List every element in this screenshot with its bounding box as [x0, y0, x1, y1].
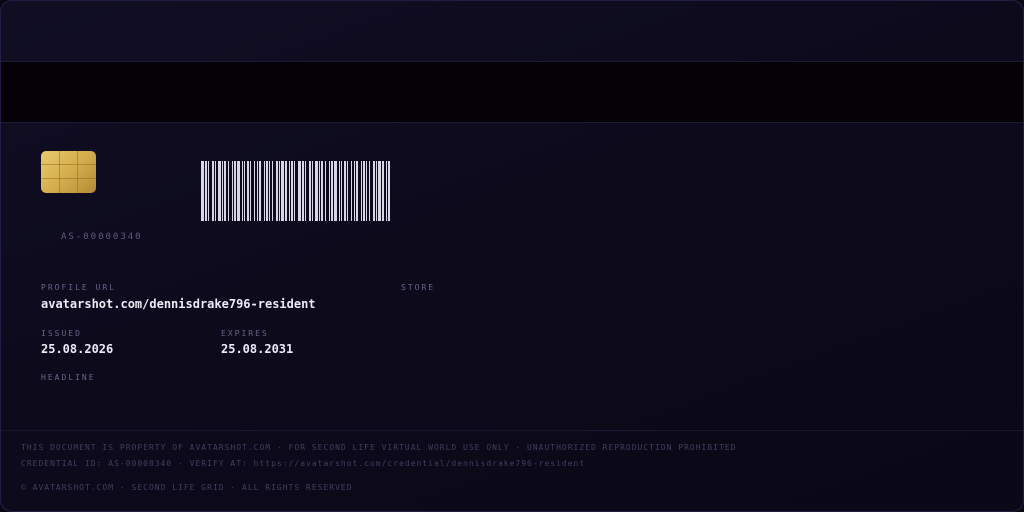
issued-label: ISSUED — [41, 329, 82, 338]
issued-date: 25.08.2026 — [41, 342, 114, 356]
headline-label: HEADLINE — [41, 373, 96, 382]
credential-verify-line: CREDENTIAL ID: AS-00000340 · VERIFY AT: … — [21, 459, 586, 468]
profile-url-value: avatarshot.com/dennisdrake796-resident — [41, 297, 316, 311]
barcode-icon — [201, 161, 393, 221]
emv-chip-icon — [41, 151, 96, 193]
profile-url-label: PROFILE URL — [41, 283, 116, 292]
magnetic-stripe — [1, 61, 1023, 123]
expires-date: 25.08.2031 — [221, 342, 294, 356]
expires-label: EXPIRES — [221, 329, 269, 338]
store-label: STORE — [401, 283, 436, 292]
property-notice: THIS DOCUMENT IS PROPERTY OF AVATARSHOT.… — [21, 443, 737, 452]
copyright-notice: © AVATARSHOT.COM · SECOND LIFE GRID · AL… — [21, 483, 353, 492]
credential-card-back: AS-00000340 PROFILE URL avatarshot.com/d… — [0, 0, 1024, 512]
footer-divider — [1, 430, 1023, 431]
card-serial-number: AS-00000340 — [61, 232, 143, 242]
